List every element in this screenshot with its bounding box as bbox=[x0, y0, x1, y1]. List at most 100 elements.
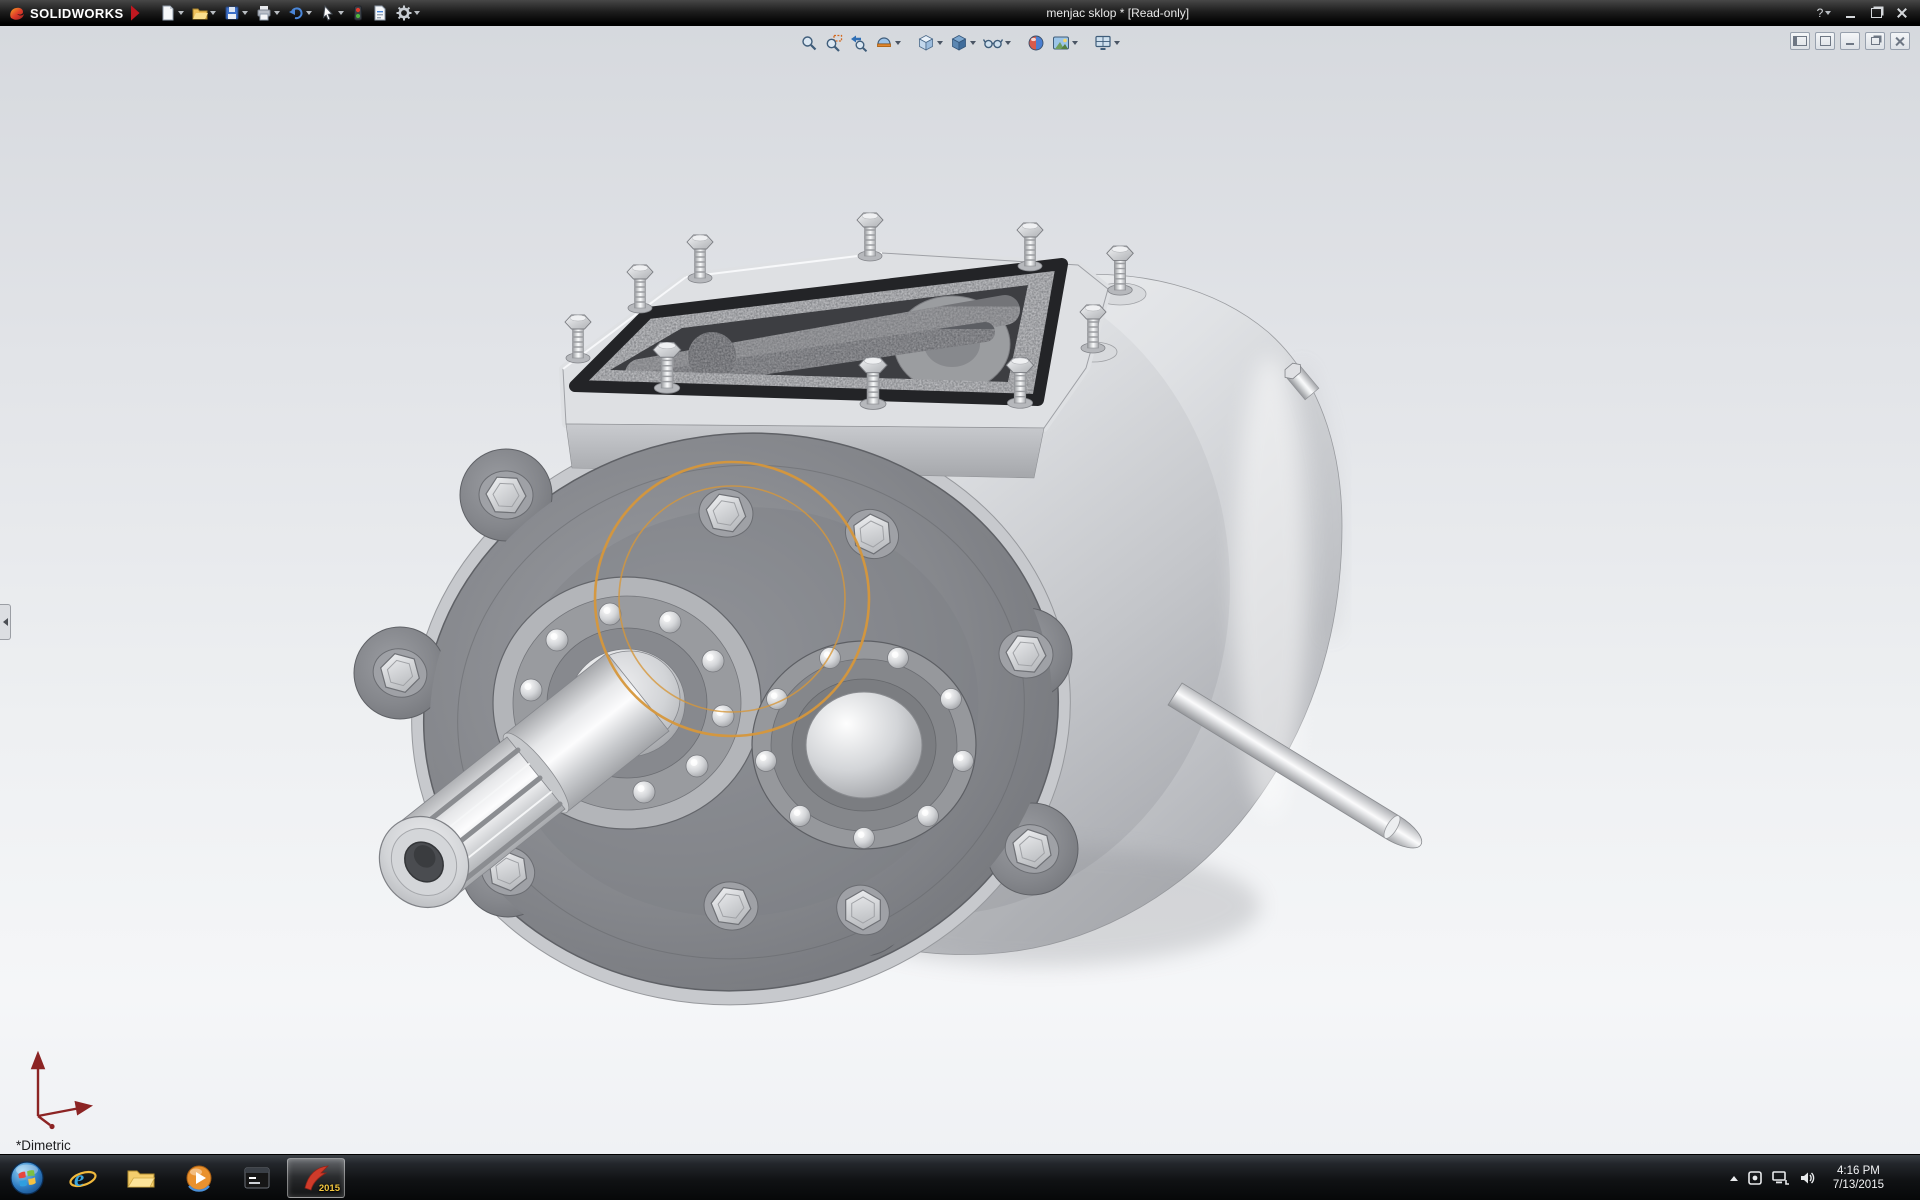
app-name: SOLIDWORKS bbox=[30, 6, 124, 21]
zoom-to-fit-icon bbox=[800, 34, 818, 52]
new-document-icon bbox=[160, 5, 176, 21]
chevron-down-icon[interactable] bbox=[1005, 41, 1011, 45]
previous-view-icon bbox=[850, 34, 868, 52]
taskbar-item-media-player[interactable] bbox=[171, 1158, 227, 1198]
start-button[interactable] bbox=[0, 1155, 54, 1200]
save-icon bbox=[224, 5, 240, 21]
section-view-icon bbox=[875, 34, 893, 52]
scene-icon bbox=[1052, 34, 1070, 52]
pane-right-button[interactable] bbox=[1815, 32, 1835, 50]
chevron-down-icon[interactable] bbox=[895, 41, 901, 45]
open-button[interactable] bbox=[188, 2, 220, 24]
edit-appearance-button[interactable] bbox=[1025, 33, 1047, 53]
feature-manager-collapse-tab[interactable] bbox=[0, 604, 11, 640]
display-style-icon bbox=[950, 34, 968, 52]
command-prompt-icon bbox=[241, 1162, 273, 1194]
chevron-down-icon[interactable] bbox=[242, 11, 248, 15]
glasses-icon bbox=[983, 34, 1003, 52]
clock-time: 4:16 PM bbox=[1833, 1164, 1884, 1178]
ds-logo-icon bbox=[8, 5, 25, 22]
pane-left-button[interactable] bbox=[1790, 32, 1810, 50]
close-button[interactable] bbox=[1890, 3, 1914, 23]
show-hidden-icons-button[interactable] bbox=[1730, 1176, 1738, 1181]
window-controls: ? bbox=[1812, 3, 1920, 23]
ie-glyph: e bbox=[74, 1166, 84, 1191]
gear-icon bbox=[396, 5, 412, 21]
windows-taskbar: e bbox=[0, 1154, 1920, 1200]
solidworks-window: SOLIDWORKS bbox=[0, 0, 1920, 1200]
rebuild-button[interactable] bbox=[348, 2, 368, 24]
restore-document-button[interactable] bbox=[1865, 32, 1885, 50]
zoom-to-fit-button[interactable] bbox=[798, 33, 820, 53]
chevron-down-icon[interactable] bbox=[178, 11, 184, 15]
view-orientation-button[interactable] bbox=[915, 33, 945, 53]
file-properties-button[interactable] bbox=[368, 2, 392, 24]
previous-view-button[interactable] bbox=[848, 33, 870, 53]
help-label: ? bbox=[1817, 6, 1824, 20]
restore-icon bbox=[1871, 37, 1880, 45]
taskbar-clock[interactable]: 4:16 PM 7/13/2015 bbox=[1824, 1164, 1893, 1192]
chevron-down-icon[interactable] bbox=[306, 11, 312, 15]
appearance-sphere-icon bbox=[1027, 34, 1045, 52]
orientation-triad bbox=[16, 1044, 96, 1130]
maximize-button[interactable] bbox=[1864, 3, 1888, 23]
clock-date: 7/13/2015 bbox=[1833, 1178, 1884, 1192]
network-icon[interactable] bbox=[1772, 1170, 1790, 1186]
windows-start-icon bbox=[9, 1160, 45, 1196]
chevron-down-icon[interactable] bbox=[1072, 41, 1078, 45]
chevron-down-icon[interactable] bbox=[1114, 41, 1120, 45]
minimize-document-button[interactable] bbox=[1840, 32, 1860, 50]
taskbar-item-command-prompt[interactable] bbox=[229, 1158, 285, 1198]
chevron-down-icon[interactable] bbox=[937, 41, 943, 45]
chevron-down-icon[interactable] bbox=[338, 11, 344, 15]
new-document-button[interactable] bbox=[156, 2, 188, 24]
open-folder-icon bbox=[192, 5, 208, 21]
undo-button[interactable] bbox=[284, 2, 316, 24]
view-orientation-cube-icon bbox=[917, 34, 935, 52]
undo-icon bbox=[288, 5, 304, 21]
zoom-to-area-icon bbox=[825, 34, 843, 52]
close-icon bbox=[1896, 37, 1905, 46]
view-settings-button[interactable] bbox=[1092, 33, 1122, 53]
select-button[interactable] bbox=[316, 2, 348, 24]
section-view-button[interactable] bbox=[873, 33, 903, 53]
logo-accent bbox=[131, 5, 140, 21]
titlebar: SOLIDWORKS bbox=[0, 0, 1920, 26]
view-settings-icon bbox=[1094, 34, 1112, 52]
graphics-area[interactable]: *Dimetric bbox=[0, 26, 1920, 1154]
cursor-icon bbox=[320, 5, 336, 21]
gearbox-3d-model[interactable] bbox=[0, 26, 1920, 1154]
chevron-down-icon[interactable] bbox=[414, 11, 420, 15]
taskbar-item-solidworks[interactable]: 2015 bbox=[287, 1158, 345, 1198]
chevron-down-icon[interactable] bbox=[274, 11, 280, 15]
chevron-down-icon[interactable] bbox=[210, 11, 216, 15]
apply-scene-button[interactable] bbox=[1050, 33, 1080, 53]
hide-show-items-button[interactable] bbox=[981, 33, 1013, 53]
save-button[interactable] bbox=[220, 2, 252, 24]
heads-up-view-toolbar bbox=[798, 33, 1122, 53]
volume-icon[interactable] bbox=[1799, 1170, 1815, 1186]
help-button[interactable]: ? bbox=[1812, 3, 1836, 23]
print-button[interactable] bbox=[252, 2, 284, 24]
minimize-icon bbox=[1846, 16, 1855, 18]
document-title: menjac sklop * [Read-only] bbox=[424, 6, 1812, 20]
chevron-down-icon[interactable] bbox=[970, 41, 976, 45]
display-style-button[interactable] bbox=[948, 33, 978, 53]
options-button[interactable] bbox=[392, 2, 424, 24]
file-properties-icon bbox=[372, 5, 388, 21]
zoom-to-area-button[interactable] bbox=[823, 33, 845, 53]
menu-bar-toolbar bbox=[146, 0, 424, 26]
chevron-down-icon[interactable] bbox=[1825, 11, 1831, 15]
taskbar-item-internet-explorer[interactable]: e bbox=[55, 1158, 111, 1198]
close-icon bbox=[1897, 8, 1907, 18]
pane-left-icon bbox=[1793, 36, 1807, 46]
solidworks-version-badge: 2015 bbox=[319, 1183, 340, 1194]
restore-icon bbox=[1871, 8, 1882, 18]
lower-bearing-boss[interactable] bbox=[752, 641, 976, 849]
rebuild-icon bbox=[352, 5, 364, 21]
taskbar-item-windows-explorer[interactable] bbox=[113, 1158, 169, 1198]
tray-app-icon[interactable] bbox=[1747, 1170, 1763, 1186]
document-window-controls bbox=[1790, 32, 1910, 50]
close-document-button[interactable] bbox=[1890, 32, 1910, 50]
minimize-button[interactable] bbox=[1838, 3, 1862, 23]
